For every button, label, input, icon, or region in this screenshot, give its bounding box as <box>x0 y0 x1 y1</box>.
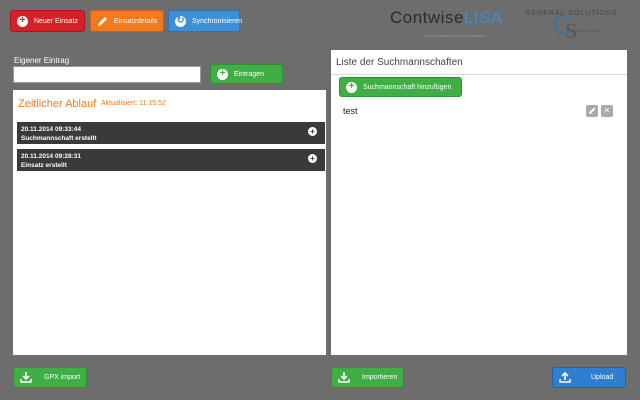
delete-icon[interactable]: ✕ <box>601 105 613 117</box>
timeline-entry-text: Suchmannschaft erstellt <box>21 135 97 142</box>
timeline-title: Zeitlicher Ablauf <box>18 98 97 110</box>
brand-accent-text: LISA <box>463 8 503 27</box>
new-mission-label: Neuer Einsatz <box>34 17 78 25</box>
timeline-entry-time: 20.11.2014 09:33:44 <box>21 126 81 133</box>
own-entry-label: Eigener Eintrag <box>14 56 70 65</box>
import-button[interactable]: Importieren <box>331 367 404 388</box>
partner-name: GENERAL SOLUTIONS <box>525 10 618 17</box>
team-name: test <box>343 106 358 116</box>
plus-circle-icon: + <box>217 68 228 80</box>
import-label: Importieren <box>362 374 398 381</box>
divider <box>331 74 627 75</box>
new-mission-button[interactable]: + Neuer Einsatz <box>10 10 85 32</box>
upload-label: Upload <box>591 374 614 381</box>
timeline-entry-time: 20.11.2014 09:28:31 <box>21 153 81 160</box>
brand-name: ContwiseLISA <box>390 8 503 28</box>
upload-button[interactable]: Upload <box>552 367 626 388</box>
upload-icon <box>559 371 571 383</box>
add-search-team-button[interactable]: + Suchmannschaft hinzufügen <box>339 77 462 97</box>
sync-icon: ↻ <box>175 15 186 27</box>
mission-details-label: Einsatzdetails <box>114 17 158 25</box>
mission-details-button[interactable]: Einsatzdetails <box>90 10 164 32</box>
sync-label: Synchronisieren <box>192 17 243 25</box>
download-icon <box>20 372 32 383</box>
submit-entry-label: Eintragen <box>234 70 264 78</box>
timeline-entry[interactable]: 20.11.2014 09:33:44 Suchmannschaft erste… <box>17 122 325 144</box>
sync-button[interactable]: ↻ Synchronisieren <box>168 10 243 32</box>
pencil-icon <box>97 16 108 27</box>
own-entry-input[interactable] <box>13 66 201 83</box>
edit-icon[interactable] <box>586 105 598 117</box>
brand-main-text: Contwise <box>390 8 464 27</box>
expand-icon[interactable]: + <box>308 127 317 136</box>
gpx-import-label: GPX import <box>44 374 81 381</box>
download-icon <box>338 372 350 383</box>
partner-subtitle: Steiner GmbH <box>574 28 600 33</box>
gpx-import-button[interactable]: GPX import <box>13 367 87 388</box>
timeline-panel: Zeitlicher Ablauf Aktualisiert: 11:15:52… <box>13 90 326 355</box>
submit-entry-button[interactable]: + Eintragen <box>210 64 283 84</box>
plus-circle-icon: + <box>346 81 357 93</box>
brand-subtitle: Live Interactive Search Application <box>424 33 486 38</box>
teams-title: Liste der Suchmannschaften <box>336 57 463 68</box>
plus-circle-icon: + <box>17 15 28 27</box>
add-search-team-label: Suchmannschaft hinzufügen <box>363 83 452 91</box>
timeline-entry-text: Einsatz erstellt <box>21 162 67 169</box>
expand-icon[interactable]: + <box>308 154 317 163</box>
top-toolbar: + Neuer Einsatz Einsatzdetails ↻ Synchro… <box>0 0 640 44</box>
timeline-updated: Aktualisiert: 11:15:52 <box>101 100 166 107</box>
app-logo: ContwiseLISA Live Interactive Search App… <box>390 6 630 46</box>
search-teams-panel: Liste der Suchmannschaften + Suchmannsch… <box>331 50 627 355</box>
timeline-entry[interactable]: 20.11.2014 09:28:31 Einsatz erstellt + <box>17 149 325 171</box>
